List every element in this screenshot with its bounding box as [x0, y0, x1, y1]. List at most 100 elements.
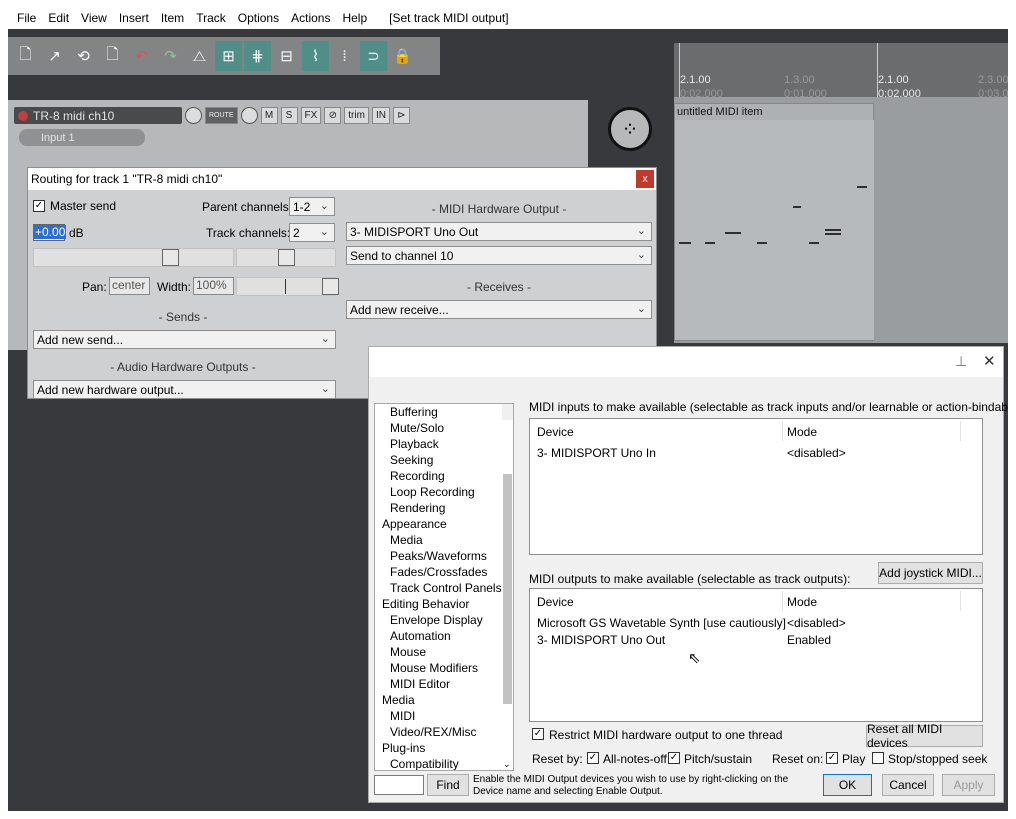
input-device-name[interactable]: 3- MIDISPORT Uno In: [537, 446, 656, 460]
input-device-mode[interactable]: <disabled>: [787, 446, 846, 460]
reset-all-midi-button[interactable]: Reset all MIDI devices: [866, 722, 983, 750]
lock-icon[interactable]: 🔒: [389, 41, 416, 71]
snap-icon[interactable]: ⊞: [215, 41, 242, 71]
tree-item[interactable]: Envelope Display: [375, 612, 513, 628]
project-settings-icon[interactable]: 🗋: [99, 41, 126, 71]
midi-item[interactable]: untitled MIDI item: [674, 103, 874, 341]
pan-knob[interactable]: [240, 107, 258, 124]
inputs-col-device[interactable]: Device: [537, 425, 574, 439]
routing-close-button[interactable]: x: [636, 170, 654, 188]
tree-item[interactable]: MIDI: [375, 708, 513, 724]
tree-scrollbar[interactable]: ⌄: [502, 404, 513, 769]
outputs-col-device[interactable]: Device: [537, 595, 574, 609]
tree-item[interactable]: Buffering: [375, 404, 513, 420]
tree-item[interactable]: Editing Behavior: [375, 596, 513, 612]
tree-item[interactable]: Playback: [375, 436, 513, 452]
tree-item[interactable]: Compatibility: [375, 756, 513, 770]
tree-item[interactable]: Peaks/Waveforms: [375, 548, 513, 564]
pan-field[interactable]: center: [109, 277, 150, 295]
tree-item[interactable]: Seeking: [375, 452, 513, 468]
find-button[interactable]: Find: [427, 774, 469, 796]
trim-button[interactable]: trim: [344, 107, 369, 124]
tree-item[interactable]: Loop Recording: [375, 484, 513, 500]
preferences-tree[interactable]: Buffering Mute/Solo Playback Seeking Recordi…: [374, 403, 514, 771]
master-send-checkbox[interactable]: ✓: [33, 200, 45, 212]
menu-actions[interactable]: Actions: [285, 11, 336, 25]
input-selector[interactable]: Input 1: [19, 129, 145, 146]
stop-seek-checkbox[interactable]: [872, 752, 884, 764]
tree-item[interactable]: Fades/Crossfades: [375, 564, 513, 580]
tree-item[interactable]: MIDI Editor: [375, 676, 513, 692]
volume-slider-thumb[interactable]: [162, 249, 179, 266]
output-device-name[interactable]: Microsoft GS Wavetable Synth [use cautio…: [537, 616, 786, 630]
undo-icon[interactable]: ↶: [128, 41, 155, 71]
timeline-ruler[interactable]: 2.1.00 0:02.000 1.3.00 0:01.000 2.1.00 0…: [674, 43, 1008, 100]
track-name-field[interactable]: TR-8 midi ch10: [14, 107, 182, 124]
add-receive-select[interactable]: Add new receive... ⌄: [346, 300, 652, 319]
new-project-icon[interactable]: 🗋: [12, 41, 39, 71]
tree-item[interactable]: Video/REX/Misc: [375, 724, 513, 740]
all-notes-off-checkbox[interactable]: ✓: [587, 752, 599, 764]
menu-insert[interactable]: Insert: [113, 11, 155, 25]
width-field[interactable]: 100%: [193, 277, 234, 295]
midi-channel-select[interactable]: Send to channel 10 ⌄: [346, 246, 652, 265]
tree-scrollbar-thumb[interactable]: [503, 474, 512, 704]
record-arm-icon[interactable]: [18, 110, 28, 121]
menu-file[interactable]: File: [11, 11, 42, 25]
width-slider[interactable]: [236, 277, 339, 296]
add-send-select[interactable]: Add new send... ⌄: [33, 330, 336, 349]
preferences-close-button[interactable]: ✕: [983, 352, 996, 370]
tree-item[interactable]: Automation: [375, 628, 513, 644]
menu-track[interactable]: Track: [190, 11, 232, 25]
output-device-mode[interactable]: Enabled: [787, 633, 831, 647]
route-button[interactable]: ROUTE: [205, 107, 238, 124]
envelope-icon[interactable]: ⌇: [302, 41, 329, 71]
restrict-thread-checkbox[interactable]: ✓: [532, 728, 544, 740]
pin-icon[interactable]: ⊥: [955, 353, 967, 370]
output-device-name[interactable]: 3- MIDISPORT Uno Out: [537, 633, 665, 647]
cancel-button[interactable]: Cancel: [882, 774, 934, 796]
midi-inputs-list[interactable]: Device Mode 3- MIDISPORT Uno In <disable…: [529, 418, 983, 555]
ok-button[interactable]: OK: [823, 774, 872, 796]
fx-button[interactable]: FX: [300, 107, 322, 124]
input-monitor-button[interactable]: IN: [371, 107, 390, 124]
arrange-view[interactable]: 2.1.00 0:02.000 1.3.00 0:01.000 2.1.00 0…: [674, 43, 1008, 343]
menu-item[interactable]: Item: [155, 11, 190, 25]
midi-outputs-list[interactable]: Device Mode Microsoft GS Wavetable Synth…: [529, 588, 983, 722]
volume-slider[interactable]: [33, 248, 234, 267]
redo-icon[interactable]: ↷: [157, 41, 184, 71]
menu-view[interactable]: View: [75, 11, 113, 25]
tree-item[interactable]: Mute/Solo: [375, 420, 513, 436]
parent-channels-select[interactable]: 1-2 ⌄: [289, 197, 335, 216]
tree-item[interactable]: Media: [375, 692, 513, 708]
tree-item[interactable]: Recording: [375, 468, 513, 484]
inputs-col-mode[interactable]: Mode: [787, 425, 817, 439]
chevron-down-icon[interactable]: ⌄: [503, 756, 511, 770]
tree-item[interactable]: Appearance: [375, 516, 513, 532]
open-project-icon[interactable]: ↗: [41, 41, 68, 71]
metronome-icon[interactable]: ⧍: [186, 41, 213, 71]
outputs-col-mode[interactable]: Mode: [787, 595, 817, 609]
tree-item[interactable]: Mouse: [375, 644, 513, 660]
play-checkbox[interactable]: ✓: [826, 752, 838, 764]
width-slider-thumb[interactable]: [322, 278, 339, 295]
save-project-icon[interactable]: ⟲: [70, 41, 97, 71]
volume-field[interactable]: +0.00: [33, 224, 67, 241]
menu-options[interactable]: Options: [232, 11, 285, 25]
tree-item[interactable]: Plug-ins: [375, 740, 513, 756]
apply-button[interactable]: Apply: [942, 774, 995, 796]
tree-item[interactable]: Media: [375, 532, 513, 548]
pitch-sustain-checkbox[interactable]: ✓: [668, 752, 680, 764]
phase-icon[interactable]: ⊘: [324, 107, 342, 124]
input-fx-icon[interactable]: ⊳: [392, 107, 410, 124]
search-input[interactable]: [374, 775, 424, 795]
item-grouping-icon[interactable]: ⦙: [331, 41, 358, 71]
tree-item[interactable]: Track Control Panels: [375, 580, 513, 596]
menu-edit[interactable]: Edit: [42, 11, 75, 25]
add-joystick-midi-button[interactable]: Add joystick MIDI...: [878, 562, 983, 584]
grid-icon[interactable]: ⋕: [244, 41, 271, 71]
pan-slider[interactable]: [236, 248, 336, 267]
auto-crossfade-icon[interactable]: ⊃: [360, 41, 387, 71]
volume-knob[interactable]: [185, 107, 202, 124]
midi-hw-device-select[interactable]: 3- MIDISPORT Uno Out ⌄: [346, 222, 652, 241]
